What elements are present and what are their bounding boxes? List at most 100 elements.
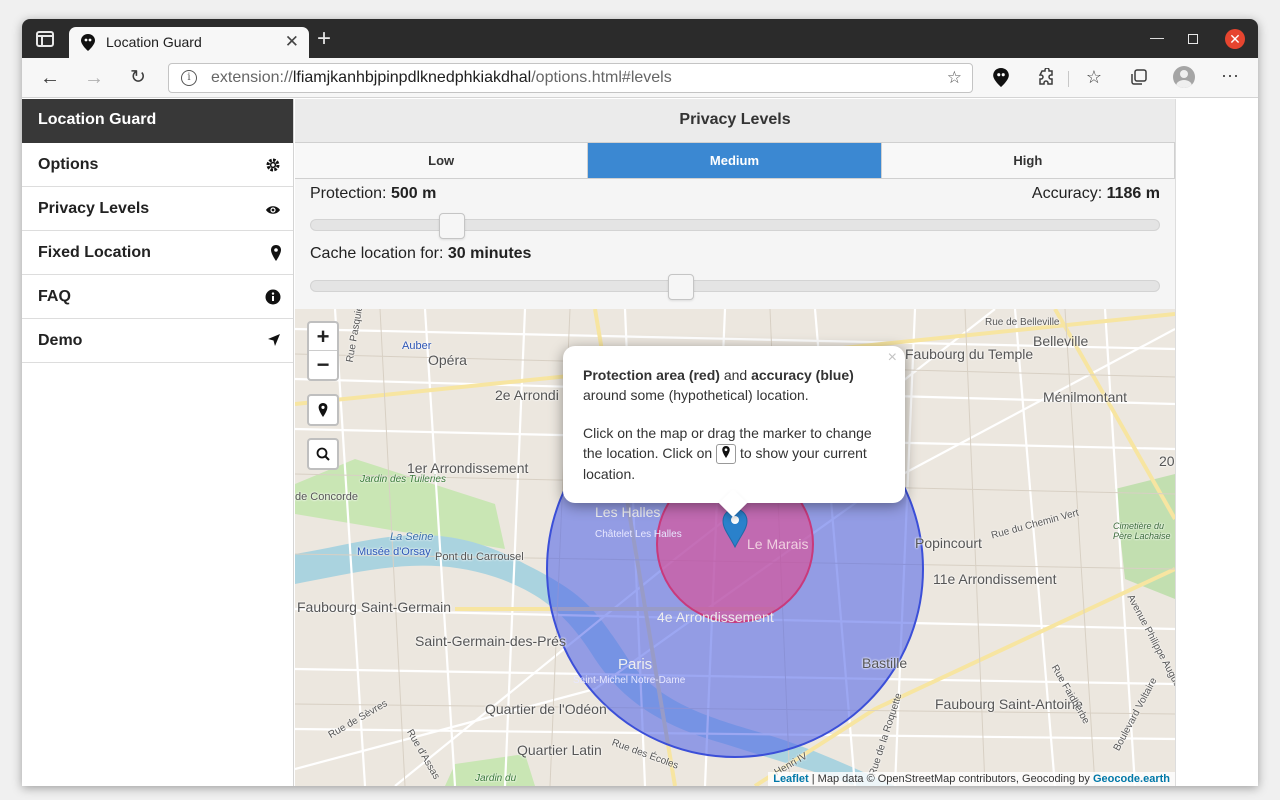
location-guard-extension-icon[interactable] — [990, 68, 1012, 87]
map-label: Pont du Carrousel — [435, 551, 524, 563]
cache-slider[interactable] — [310, 274, 1160, 300]
locate-me-button[interactable] — [309, 396, 337, 424]
sidebar-item-label: Privacy Levels — [38, 200, 150, 217]
collections-icon[interactable] — [1128, 68, 1150, 86]
sidebar-item-label: Options — [38, 156, 99, 173]
geocode-link[interactable]: Geocode.earth — [1093, 773, 1170, 785]
cache-slider-handle[interactable] — [667, 274, 694, 300]
privacy-level-tabs: Low Medium High — [295, 143, 1175, 179]
inline-locate-icon — [716, 444, 737, 465]
map-label: 11e Arrondissement — [933, 571, 1057, 587]
location-guard-favicon-icon — [81, 34, 95, 51]
map-label: Faubourg Saint-Antoine — [935, 696, 1083, 712]
popup-close-button[interactable]: × — [888, 348, 897, 368]
sidebar-item-demo[interactable]: Demo — [22, 319, 293, 363]
maximize-icon[interactable] — [1188, 34, 1198, 44]
sidebar-item-fixed-location[interactable]: Fixed Location — [22, 231, 293, 275]
site-info-icon[interactable]: i — [181, 70, 197, 86]
popup-and-text: and — [723, 367, 748, 383]
browser-toolbar: ← → ↻ i extension://lfiamjkanhbjpinpdlkn… — [22, 58, 1258, 98]
popup-line1-rest: around some (hypothetical) location. — [583, 387, 809, 403]
eye-icon — [266, 206, 280, 214]
sidebar-item-options[interactable]: Options — [22, 143, 293, 187]
info-popup: × Protection area (red) and accuracy (bl… — [563, 346, 905, 503]
add-favorite-icon[interactable]: ☆ — [947, 68, 962, 88]
extensions-puzzle-icon[interactable] — [1034, 68, 1056, 88]
forward-arrow-icon[interactable]: → — [82, 66, 106, 90]
more-options-icon[interactable]: ··· — [1219, 65, 1241, 86]
sidebar-title: Location Guard — [22, 99, 293, 143]
sidebar-item-faq[interactable]: FAQ — [22, 275, 293, 319]
map-label: Faubourg du Temple — [905, 346, 1034, 362]
zoom-out-button[interactable]: − — [309, 351, 337, 379]
popup-protection-text: Protection area (red) — [583, 367, 720, 383]
map-pin-icon — [271, 245, 281, 261]
level-medium-button[interactable]: Medium — [588, 143, 882, 178]
url-scheme: extension:// — [211, 69, 293, 86]
leaflet-link[interactable]: Leaflet — [773, 773, 808, 785]
profile-avatar[interactable] — [1173, 66, 1195, 88]
url-text: extension://lfiamjkanhbjpinpdlknedphkiak… — [211, 69, 672, 87]
protection-slider-track[interactable] — [310, 219, 1160, 231]
url-host: lfiamjkanhbjpinpdlknedphkiakdhal — [292, 69, 532, 86]
browser-window: Location Guard ✕ + — ✕ ← → ↻ i extension… — [22, 19, 1258, 786]
back-arrow-icon[interactable]: ← — [38, 66, 62, 90]
map-label: Bastille — [862, 655, 908, 671]
right-gutter — [1175, 99, 1258, 786]
map-label: Jardin des Tuileries — [360, 474, 446, 485]
search-button[interactable] — [309, 440, 337, 468]
level-high-button[interactable]: High — [881, 143, 1175, 178]
address-bar[interactable]: i extension://lfiamjkanhbjpinpdlknedphki… — [168, 63, 973, 93]
sidebar-item-label: FAQ — [38, 288, 71, 305]
map-label: Le Marais — [747, 536, 809, 552]
sidebar: Location Guard Options Privacy Levels Fi… — [22, 99, 294, 786]
tab-title: Location Guard — [106, 34, 202, 50]
search-icon — [316, 447, 330, 461]
protection-row: Protection: 500 m Accuracy: 1186 m — [310, 185, 1160, 209]
map-label: Popincourt — [915, 535, 982, 551]
sidebar-item-privacy-levels[interactable]: Privacy Levels — [22, 187, 293, 231]
map-label: de Concorde — [295, 491, 358, 503]
cache-label: Cache location for: — [310, 245, 444, 262]
map-label: Auber — [402, 340, 432, 352]
page-content: Location Guard Options Privacy Levels Fi… — [22, 99, 1258, 786]
demo-map[interactable]: Opéra 2e Arrondi Auber 1er Arrondissemen… — [295, 309, 1175, 786]
map-pin-icon — [318, 403, 328, 417]
locate-control — [307, 394, 339, 426]
map-label: Saint-Germain-des-Prés — [415, 633, 566, 649]
protection-slider-handle[interactable] — [438, 213, 465, 239]
reload-icon[interactable]: ↻ — [126, 66, 150, 90]
map-label: Châtelet Les Halles — [595, 529, 682, 540]
zoom-in-button[interactable]: + — [309, 323, 337, 351]
map-label: Paris — [618, 656, 653, 673]
minimize-icon[interactable]: — — [1150, 29, 1164, 45]
level-low-button[interactable]: Low — [295, 143, 589, 178]
attribution-text: | Map data © OpenStreetMap contributors,… — [808, 773, 1093, 785]
accuracy-label: Accuracy: — [1031, 185, 1103, 202]
map-attribution: Leaflet | Map data © OpenStreetMap contr… — [768, 772, 1175, 786]
map-label: Saint-Michel Notre-Dame — [573, 675, 686, 686]
popup-paragraph-2: Click on the map or drag the marker to c… — [583, 423, 885, 484]
map-label: Opéra — [428, 352, 467, 368]
cache-value: 30 minutes — [447, 245, 532, 262]
main-panel: Privacy Levels Low Medium High Protectio… — [295, 99, 1175, 786]
map-label: Jardin du — [475, 773, 517, 784]
cache-slider-track[interactable] — [310, 280, 1160, 292]
tab-location-guard[interactable]: Location Guard ✕ — [69, 27, 309, 58]
tab-close-icon[interactable]: ✕ — [285, 32, 299, 52]
map-label: Faubourg Saint-Germain — [297, 599, 452, 615]
info-icon — [265, 289, 281, 305]
favorites-icon[interactable]: ☆ — [1083, 67, 1105, 88]
new-tab-icon[interactable]: + — [317, 27, 331, 51]
page-title: Privacy Levels — [295, 99, 1175, 143]
sidebar-item-label: Demo — [38, 332, 83, 349]
tab-strip: Location Guard ✕ + — ✕ — [22, 19, 1258, 58]
protection-slider[interactable] — [310, 213, 1160, 239]
accuracy-readout: Accuracy: 1186 m — [1032, 185, 1160, 203]
close-window-icon[interactable]: ✕ — [1225, 29, 1245, 49]
zoom-control: + − — [307, 321, 339, 381]
popup-accuracy-text: accuracy (blue) — [751, 367, 854, 383]
map-label: Musée d'Orsay — [357, 546, 431, 558]
sidebar-item-label: Fixed Location — [38, 244, 151, 261]
tab-actions-icon[interactable] — [36, 31, 54, 47]
